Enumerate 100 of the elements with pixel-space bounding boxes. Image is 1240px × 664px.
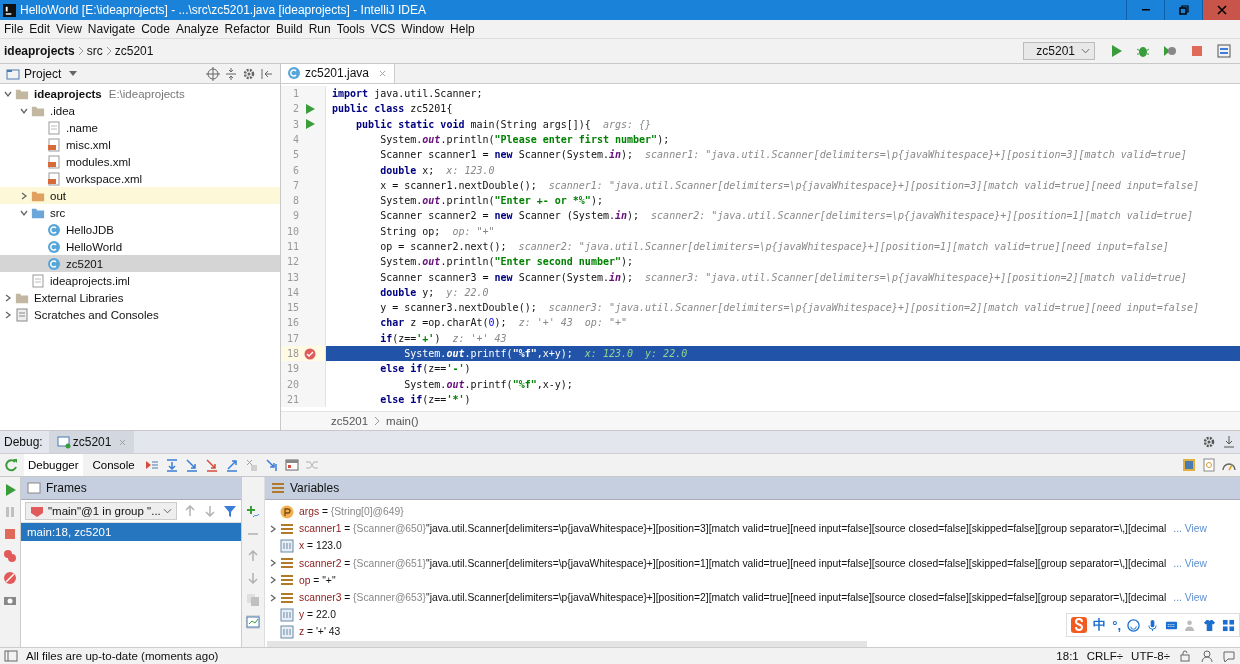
chat-icon[interactable] <box>1222 649 1236 663</box>
target-icon[interactable] <box>206 66 220 81</box>
ime-logo-icon[interactable] <box>1071 617 1088 633</box>
tree-item[interactable]: ideaprojects.iml <box>0 272 280 289</box>
tree-item[interactable]: workspace.xml <box>0 170 280 187</box>
mute-breakpoints-icon[interactable] <box>3 571 17 585</box>
tree-item[interactable]: HelloJDB <box>0 221 280 238</box>
tree-item[interactable]: .idea <box>0 102 280 119</box>
hide-icon[interactable] <box>1222 435 1236 449</box>
editor-tab[interactable]: zc5201.java <box>281 64 396 83</box>
close-button[interactable] <box>1202 0 1240 20</box>
tree-item[interactable]: out <box>0 187 280 204</box>
panel-title[interactable]: Project <box>24 66 62 81</box>
menu-item[interactable]: Help <box>449 22 480 36</box>
menu-item[interactable]: Window <box>400 22 450 36</box>
show-execution-point-icon[interactable] <box>144 458 159 472</box>
settings-icon[interactable] <box>242 66 256 81</box>
menu-item[interactable]: Refactor <box>223 22 275 36</box>
menu-item[interactable]: Code <box>140 22 175 36</box>
step-out-icon[interactable] <box>224 458 239 472</box>
add-watch-icon[interactable] <box>246 505 260 519</box>
view-breakpoints-icon[interactable] <box>3 549 17 563</box>
menu-item[interactable]: VCS <box>369 22 401 36</box>
shirt-icon[interactable] <box>1203 618 1216 632</box>
breakpoint-icon[interactable] <box>304 347 316 360</box>
drop-frame-icon[interactable] <box>244 458 259 472</box>
down-arrow-icon[interactable] <box>202 504 217 518</box>
smiley-icon[interactable] <box>1127 618 1140 632</box>
tree-item[interactable]: ideaprojects E:\ideaprojects <box>0 85 280 102</box>
structure-icon[interactable] <box>1217 44 1231 58</box>
debug-tab[interactable]: Debugger <box>24 454 83 476</box>
menu-item[interactable]: Analyze <box>174 22 224 36</box>
restore-layout-icon[interactable] <box>1182 458 1196 472</box>
cursor-position[interactable]: 18:1 <box>1056 650 1079 662</box>
rerun-icon[interactable] <box>4 458 18 472</box>
tree-item[interactable]: src <box>0 204 280 221</box>
object-icon <box>280 590 294 605</box>
document-icon[interactable] <box>1202 458 1216 472</box>
breadcrumb-item[interactable]: zc5201 <box>114 44 154 58</box>
stop-icon[interactable] <box>1190 44 1204 58</box>
menu-item[interactable]: File <box>3 22 29 36</box>
breadcrumb-item[interactable]: main() <box>386 415 419 428</box>
ime-mode[interactable]: 中 <box>1093 616 1107 634</box>
filter-icon[interactable] <box>222 504 237 518</box>
view-link[interactable]: ... View <box>1173 523 1207 535</box>
tree-item[interactable]: Scratches and Consoles <box>0 306 280 323</box>
line-separator[interactable]: CRLF÷ <box>1086 650 1124 662</box>
breadcrumb-item[interactable]: ideaprojects <box>4 44 75 58</box>
collapse-icon[interactable] <box>224 66 238 81</box>
panel-toggle-icon[interactable] <box>4 649 18 663</box>
grid-icon[interactable] <box>1222 618 1235 632</box>
force-step-into-icon[interactable] <box>204 458 219 472</box>
hide-icon[interactable] <box>260 66 274 81</box>
run-config-dropdown[interactable]: zc5201 <box>1023 42 1095 60</box>
caret-icon[interactable] <box>69 71 78 76</box>
tree-item[interactable]: HelloWorld <box>0 238 280 255</box>
menu-item[interactable]: Run <box>307 22 336 36</box>
watches-icon[interactable] <box>246 615 260 629</box>
bug-icon[interactable] <box>1136 44 1150 58</box>
menu-item[interactable]: Navigate <box>86 22 141 36</box>
coverage-icon[interactable] <box>1163 44 1177 58</box>
menu-item[interactable]: Build <box>274 22 308 36</box>
evaluate-icon[interactable] <box>284 458 299 472</box>
down-arrow-icon[interactable] <box>246 571 260 585</box>
menu-item[interactable]: View <box>55 22 87 36</box>
session-tab[interactable]: zc5201 <box>48 431 135 453</box>
close-icon[interactable] <box>379 69 387 77</box>
run-to-cursor-icon[interactable] <box>264 458 279 472</box>
settings-icon[interactable] <box>1202 435 1216 449</box>
step-over-icon[interactable] <box>164 458 179 472</box>
frame-item[interactable]: main:18, zc5201 <box>21 523 241 541</box>
run-icon[interactable] <box>1109 44 1123 58</box>
menu-item[interactable]: Tools <box>335 22 370 36</box>
view-link[interactable]: ... View <box>1173 557 1207 569</box>
tree-item[interactable]: zc5201 <box>0 255 280 272</box>
view-link[interactable]: ... View <box>1173 592 1207 604</box>
microphone-icon[interactable] <box>1146 618 1159 632</box>
breadcrumb-item[interactable]: src <box>86 44 103 58</box>
tree-item[interactable]: misc.xml <box>0 136 280 153</box>
breadcrumb-item[interactable]: zc5201 <box>331 415 369 428</box>
ime-punctuation[interactable]: °, <box>1112 617 1121 633</box>
step-into-icon[interactable] <box>184 458 199 472</box>
tree-item[interactable]: modules.xml <box>0 153 280 170</box>
debug-tab[interactable]: Console <box>88 454 139 476</box>
code-line: if(z=='+') <box>379 332 441 344</box>
lock-icon[interactable] <box>1178 649 1192 663</box>
horizontal-scrollbar[interactable] <box>267 641 867 647</box>
file-encoding[interactable]: UTF-8÷ <box>1131 650 1170 662</box>
menu-item[interactable]: Edit <box>28 22 56 36</box>
up-arrow-icon[interactable] <box>246 549 260 563</box>
run-gutter-icon[interactable] <box>305 119 315 130</box>
inspector-icon[interactable] <box>1200 649 1214 663</box>
run-gutter-icon[interactable] <box>305 103 315 114</box>
variable-value: x = 123.0 <box>299 540 342 552</box>
person-icon[interactable] <box>1184 618 1197 632</box>
stop-icon[interactable] <box>3 527 17 541</box>
thread-dropdown[interactable]: "main"@1 in group "... <box>25 502 177 520</box>
tree-item[interactable]: External Libraries <box>0 289 280 306</box>
resume-icon[interactable] <box>3 483 17 497</box>
tree-item[interactable]: .name <box>0 119 280 136</box>
